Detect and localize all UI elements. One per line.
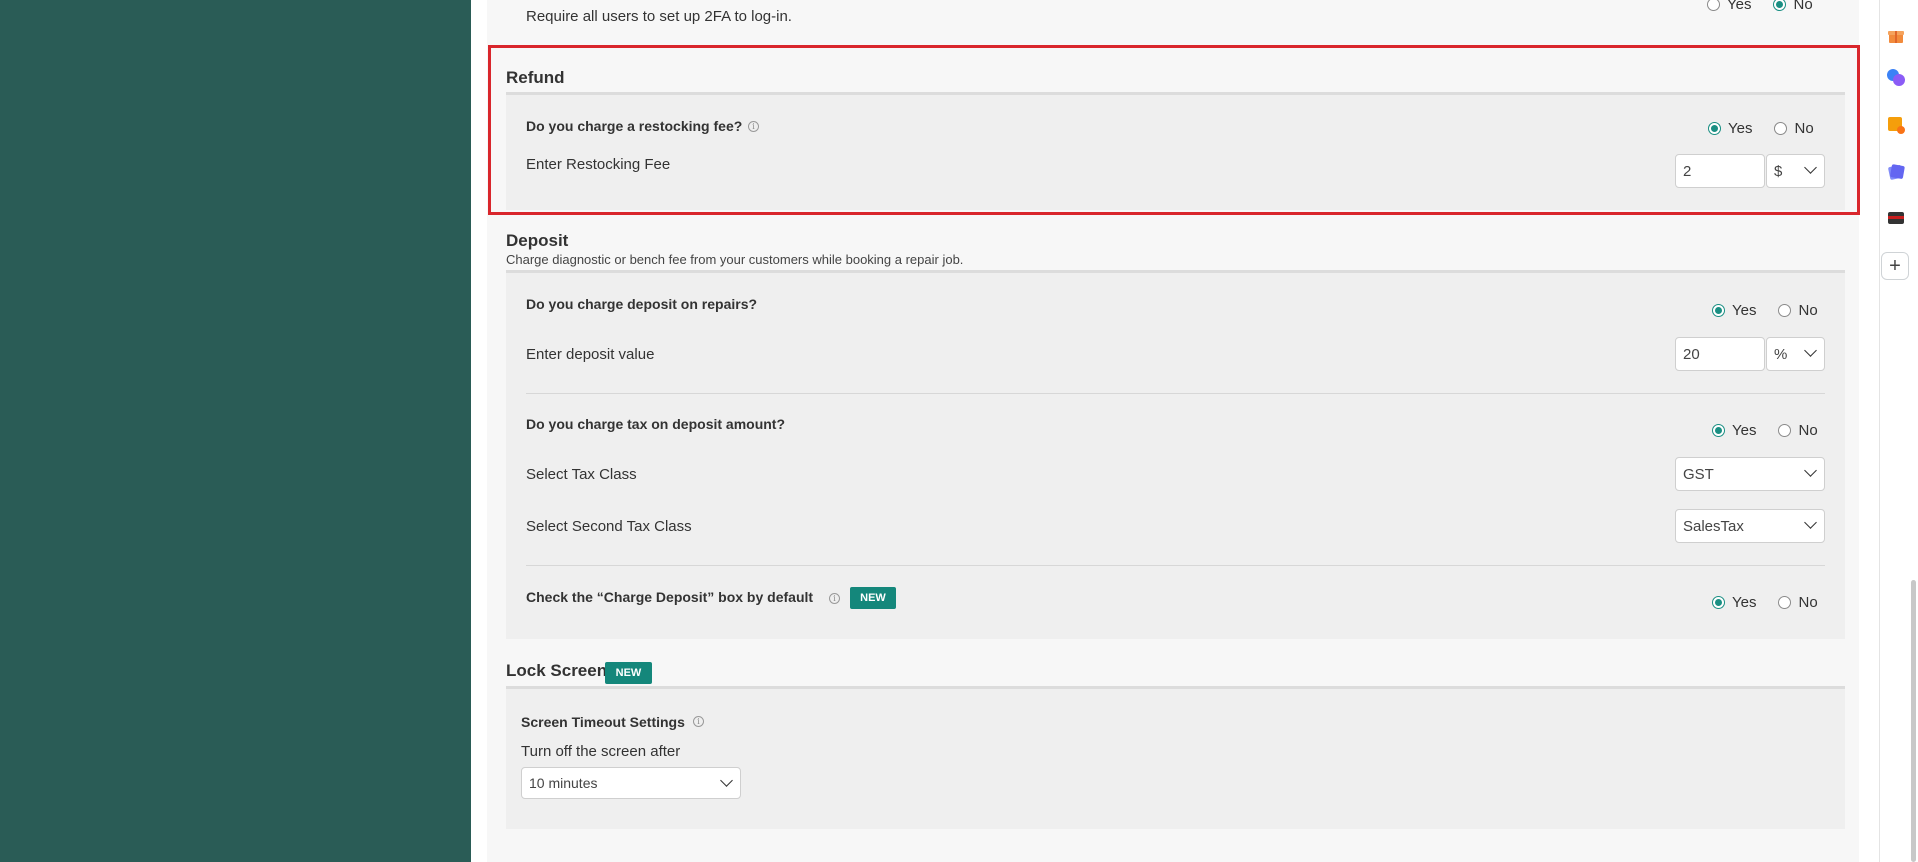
- twofa-yes-label: Yes: [1727, 0, 1752, 13]
- wallet-icon[interactable]: [1884, 206, 1908, 230]
- tax-on-deposit-no-label: No: [1798, 422, 1818, 439]
- deposit-value-input[interactable]: 20: [1675, 337, 1765, 371]
- tax-on-deposit-question: Do you charge tax on deposit amount?: [526, 416, 786, 432]
- twofa-no-radio[interactable]: [1773, 0, 1787, 11]
- charge-deposit-radio-group: Yes No: [1712, 302, 1818, 319]
- chevron-down-icon: [1804, 344, 1817, 357]
- charge-deposit-default-label: Check the “Charge Deposit” box by defaul…: [526, 589, 814, 605]
- charge-deposit-question: Do you charge deposit on repairs?: [526, 296, 758, 312]
- charge-deposit-yes-label: Yes: [1732, 302, 1757, 319]
- scrollbar[interactable]: [1911, 580, 1916, 862]
- deposit-unit-value: %: [1774, 345, 1788, 363]
- charge-deposit-default-yes-label: Yes: [1732, 594, 1757, 611]
- twofa-no-label: No: [1793, 0, 1813, 13]
- turn-off-label: Turn off the screen after: [521, 743, 681, 760]
- charge-deposit-default-no-label: No: [1798, 594, 1818, 611]
- tax-on-deposit-yes-radio[interactable]: [1712, 424, 1725, 437]
- plus-icon[interactable]: +: [1881, 252, 1909, 280]
- charge-deposit-no-radio[interactable]: [1778, 304, 1792, 317]
- charge-deposit-info-icon[interactable]: i: [829, 593, 840, 604]
- charge-deposit-yes-radio[interactable]: [1712, 304, 1725, 317]
- charge-deposit-no-label: No: [1798, 302, 1818, 319]
- chevron-down-icon: [1804, 464, 1817, 477]
- second-tax-class-value: SalesTax: [1683, 517, 1744, 535]
- cards-icon[interactable]: [1884, 160, 1908, 184]
- chevron-down-icon: [1804, 516, 1817, 529]
- charge-deposit-default-no-radio[interactable]: [1778, 596, 1792, 609]
- second-tax-class-select[interactable]: SalesTax: [1675, 509, 1825, 543]
- gift-icon[interactable]: [1884, 24, 1908, 48]
- timeout-select[interactable]: 10 minutes: [521, 767, 741, 799]
- tax-class-label: Select Tax Class: [526, 466, 637, 483]
- lock-screen-panel: [506, 689, 1845, 829]
- deposit-title: Deposit: [506, 231, 569, 250]
- deposit-panel: [506, 273, 1845, 639]
- timeout-settings-label: Screen Timeout Settings: [521, 714, 685, 730]
- timeout-info-icon[interactable]: i: [693, 716, 704, 727]
- tax-on-deposit-radio-group: Yes No: [1712, 422, 1818, 439]
- new-badge: NEW: [850, 587, 896, 609]
- timeout-value: 10 minutes: [529, 775, 598, 791]
- twofa-radio-group: Yes No: [1707, 0, 1813, 13]
- deposit-row-divider-1: [526, 393, 1825, 394]
- deposit-description: Charge diagnostic or bench fee from your…: [506, 252, 964, 267]
- lock-screen-new-badge: NEW: [605, 662, 652, 684]
- twofa-yes-radio[interactable]: [1707, 0, 1720, 11]
- sticky-note-icon[interactable]: [1884, 113, 1908, 137]
- tax-on-deposit-no-radio[interactable]: [1778, 424, 1792, 437]
- lock-screen-title: Lock Screen: [506, 661, 608, 680]
- tax-class-select[interactable]: GST: [1675, 457, 1825, 491]
- deposit-value-label: Enter deposit value: [526, 346, 655, 363]
- charge-deposit-default-radio-group: Yes No: [1712, 594, 1818, 611]
- tax-class-value: GST: [1683, 465, 1714, 483]
- second-tax-class-label: Select Second Tax Class: [526, 518, 692, 535]
- charge-deposit-default-yes-radio[interactable]: [1712, 596, 1725, 609]
- refund-highlight-box: [488, 45, 1860, 215]
- deposit-unit-select[interactable]: %: [1766, 337, 1825, 371]
- chat-bubbles-icon[interactable]: [1884, 66, 1908, 90]
- left-pane: [0, 0, 471, 862]
- deposit-row-divider-2: [526, 565, 1825, 566]
- tax-on-deposit-yes-label: Yes: [1732, 422, 1757, 439]
- chevron-down-icon: [720, 774, 733, 787]
- twofa-description: Require all users to set up 2FA to log-i…: [526, 8, 792, 25]
